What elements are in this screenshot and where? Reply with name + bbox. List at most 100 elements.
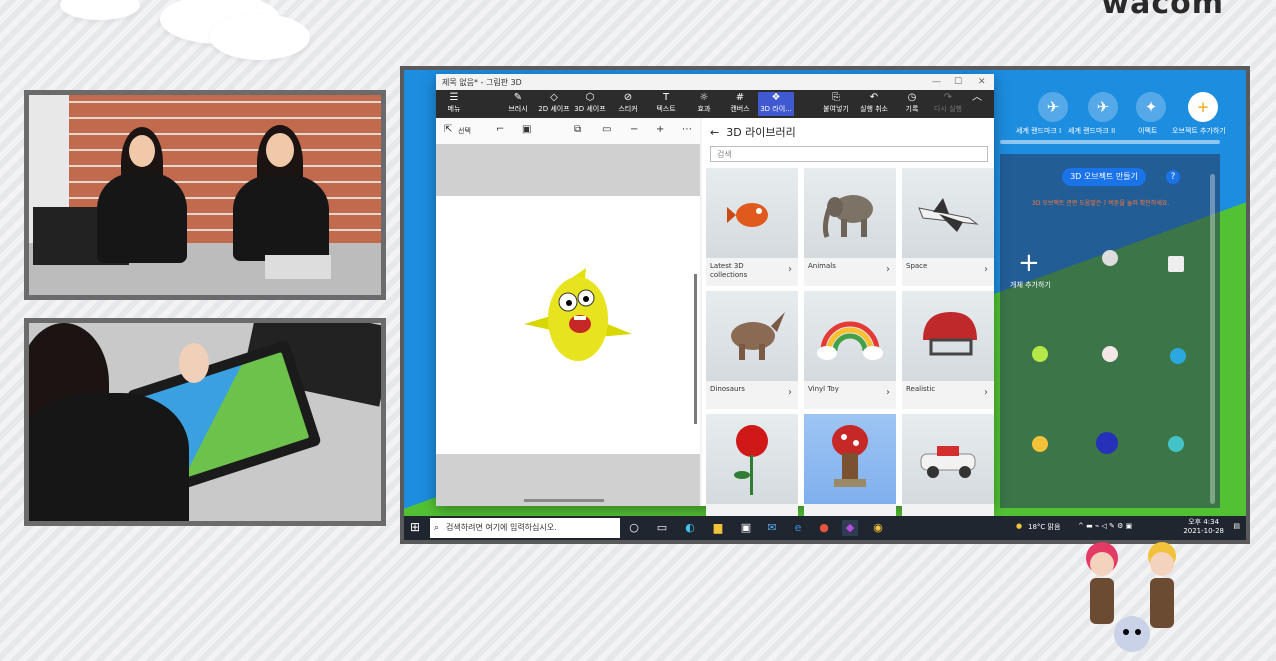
ribbon-redo-button[interactable]: ↷ 다시 실행 xyxy=(930,92,966,116)
view-3d-icon[interactable]: ⧉ xyxy=(574,124,581,135)
object-deer[interactable] xyxy=(1032,436,1048,452)
object-fish[interactable] xyxy=(1168,436,1184,452)
more-icon[interactable]: ⋯ xyxy=(682,124,692,135)
clock[interactable]: 오후 4:34 2021-10-28 xyxy=(1183,518,1224,536)
library-search-input[interactable]: 검색 xyxy=(710,146,988,162)
paint3d-window: 제목 없음* - 그림판 3D — ☐ ✕ ☰ 메뉴 ✎ 브러시 ◇ 2D 셰이프 ⬡… xyxy=(436,74,994,532)
maximize-button[interactable]: ☐ xyxy=(954,77,962,87)
yellow-fish-model[interactable] xyxy=(436,196,700,454)
undo-icon: ↶ xyxy=(869,92,879,103)
object-panel: ✈ 세계 랜드마크 I ✈ 세계 랜드마크 II ✦ 이펙트 + 오브젝트 추가… xyxy=(992,70,1246,520)
panel-note: 3D 오브젝트 관련 도움말은 ? 버튼을 눌러 확인하세요. xyxy=(1032,200,1170,207)
paint3d-taskbar-icon[interactable]: ◆ xyxy=(842,520,858,536)
library-title: 3D 라이브러리 xyxy=(726,126,796,139)
canvas[interactable] xyxy=(436,196,700,454)
weather-icon[interactable]: ● xyxy=(1016,522,1022,530)
canvas-horizontal-scrollbar[interactable] xyxy=(524,499,604,502)
object-satellite[interactable] xyxy=(1168,256,1184,272)
ribbon-paste-button[interactable]: ⎘ 붙여넣기 xyxy=(818,92,854,116)
edge-icon[interactable]: ◐ xyxy=(682,520,698,536)
file-explorer-icon[interactable]: ▆ xyxy=(710,520,726,536)
ribbon-stickers-button[interactable]: ⊘ 스티커 xyxy=(610,92,646,116)
object-bird[interactable] xyxy=(1170,348,1186,364)
camera-feed-tablet xyxy=(24,318,386,526)
task-view-icon[interactable]: ▭ xyxy=(654,520,670,536)
select-label[interactable]: 선택 xyxy=(458,126,471,136)
decorative-clouds xyxy=(60,0,340,70)
mascot-characters xyxy=(1086,542,1176,652)
ribbon-undo-button[interactable]: ↶ 실행 취소 xyxy=(856,92,892,116)
library-tile-car[interactable] xyxy=(902,414,994,532)
store-icon[interactable]: ▣ xyxy=(738,520,754,536)
ribbon-history-button[interactable]: ◷ 기록 xyxy=(894,92,930,116)
panel-label-landmark-2: 세계 랜드마크 II xyxy=(1068,127,1116,135)
object-astronaut[interactable] xyxy=(1102,250,1118,266)
select-icon[interactable]: ⇱ xyxy=(444,124,452,135)
mail-icon[interactable]: ✉ xyxy=(764,520,780,536)
close-button[interactable]: ✕ xyxy=(978,77,986,87)
panel-label-add-object: 오브젝트 추가하기 xyxy=(1172,127,1226,135)
menu-icon: ☰ xyxy=(449,92,459,103)
ribbon-canvas-button[interactable]: # 캔버스 xyxy=(722,92,758,116)
library-tile-latest[interactable]: Latest 3D collections › xyxy=(706,168,798,286)
library-tile-vinyl-toy[interactable]: Vinyl Toy › xyxy=(804,291,896,409)
ribbon-3d-library-button[interactable]: ❖ 3D 라이... xyxy=(758,92,794,116)
system-tray-icons[interactable]: ^ ▬ ⌁ ◁ ✎ ⚙ ▣ xyxy=(1078,522,1132,530)
helmet-icon xyxy=(902,291,994,381)
library-tile-mushroom-house[interactable] xyxy=(804,414,896,532)
library-header: ← 3D 라이브러리 xyxy=(710,124,796,140)
library-tile-dinosaurs[interactable]: Dinosaurs › xyxy=(706,291,798,409)
windows-start-icon[interactable]: ⊞ xyxy=(410,520,420,534)
chrome-icon[interactable]: ● xyxy=(816,520,832,536)
cortana-icon[interactable]: ○ xyxy=(626,520,642,536)
library-tile-animals[interactable]: Animals › xyxy=(804,168,896,286)
ribbon-toolbar: ☰ 메뉴 ✎ 브러시 ◇ 2D 셰이프 ⬡ 3D 셰이프 ⊘ 스티커 T 텍스트 ☼ 효과 #… xyxy=(436,90,994,118)
zoom-out-icon[interactable]: − xyxy=(630,124,638,135)
zoom-in-icon[interactable]: + xyxy=(656,124,664,135)
canvas-vertical-scrollbar[interactable] xyxy=(694,274,697,424)
ribbon-menu-button[interactable]: ☰ 메뉴 xyxy=(436,92,472,116)
app-taskbar-icon[interactable]: ◉ xyxy=(870,520,886,536)
plus-icon[interactable]: + xyxy=(1188,92,1218,122)
flag-icon[interactable]: ▭ xyxy=(602,124,611,135)
collapse-ribbon-icon[interactable]: ︿ xyxy=(966,92,988,116)
ribbon-3d-shapes-button[interactable]: ⬡ 3D 셰이프 xyxy=(572,92,608,116)
window-title: 제목 없음* - 그림판 3D xyxy=(442,78,522,87)
2d-shapes-icon: ◇ xyxy=(550,92,558,103)
jet-icon[interactable]: ✈ xyxy=(1088,92,1118,122)
magic-select-icon[interactable]: ▣ xyxy=(522,124,531,135)
notification-icon[interactable]: ▤ xyxy=(1233,522,1240,530)
object-pig[interactable] xyxy=(1102,346,1118,362)
back-arrow-icon[interactable]: ← xyxy=(710,126,719,139)
object-frog[interactable] xyxy=(1032,346,1048,362)
minimize-button[interactable]: — xyxy=(932,77,941,87)
library-tile-realistic[interactable]: Realistic › xyxy=(902,291,994,409)
help-icon[interactable]: ? xyxy=(1166,170,1180,184)
wand-icon[interactable]: ✦ xyxy=(1136,92,1166,122)
sticker-icon: ⊘ xyxy=(623,92,633,103)
library-tile-space[interactable]: Space › xyxy=(902,168,994,286)
ribbon-brushes-button[interactable]: ✎ 브러시 xyxy=(500,92,536,116)
elephant-icon xyxy=(804,168,896,258)
crop-icon[interactable]: ⌐ xyxy=(496,124,504,135)
library-tile-rose[interactable] xyxy=(706,414,798,532)
screen-share: ✈ 세계 랜드마크 I ✈ 세계 랜드마크 II ✦ 이펙트 + 오브젝트 추가… xyxy=(400,66,1250,544)
fish-icon xyxy=(706,168,798,258)
make-3d-object-button[interactable]: 3D 오브젝트 만들기 xyxy=(1062,168,1146,186)
3d-shapes-icon: ⬡ xyxy=(585,92,595,103)
object-ball[interactable] xyxy=(1096,432,1118,454)
car-icon xyxy=(902,414,994,504)
canvas-icon: # xyxy=(735,92,745,103)
ribbon-2d-shapes-button[interactable]: ◇ 2D 셰이프 xyxy=(536,92,572,116)
internet-explorer-icon[interactable]: e xyxy=(790,520,806,536)
taskbar-search-input[interactable]: ⌕ 검색하려면 여기에 입력하십시오. xyxy=(430,518,620,538)
jet-icon[interactable]: ✈ xyxy=(1038,92,1068,122)
ribbon-effects-button[interactable]: ☼ 효과 xyxy=(686,92,722,116)
panel-scrollbar[interactable] xyxy=(1210,174,1215,504)
ribbon-text-button[interactable]: T 텍스트 xyxy=(648,92,684,116)
camera-feed-presenters xyxy=(24,90,386,300)
space-shuttle-icon xyxy=(902,168,994,258)
weather-text[interactable]: 18°C 맑음 xyxy=(1028,522,1060,532)
add-object-icon[interactable]: + xyxy=(1018,250,1040,276)
canvas-workspace[interactable] xyxy=(436,144,700,506)
